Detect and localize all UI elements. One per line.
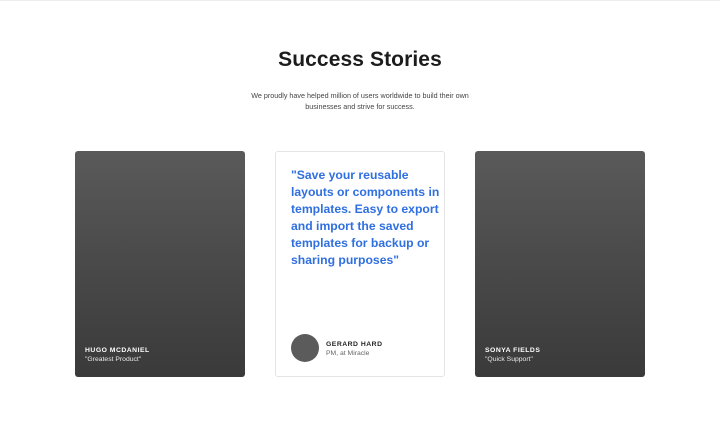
testimonial-name: SONYA FIELDS	[485, 347, 541, 354]
section-subtitle: We proudly have helped million of users …	[251, 91, 469, 111]
testimonial-quote: "Save your reusable layouts or component…	[291, 168, 440, 267]
testimonial-card-sonya-fields[interactable]: SONYA FIELDS "Quick Support"	[475, 151, 645, 377]
section-title: Success Stories	[278, 48, 442, 71]
testimonial-caption: "Quick Support"	[485, 356, 533, 363]
testimonial-card-hugo-mcdaniel[interactable]: HUGO MCDANIEL "Greatest Product"	[75, 151, 245, 377]
testimonial-author-role: PM, at Miracle	[326, 350, 370, 357]
testimonial-caption: "Greatest Product"	[85, 356, 142, 363]
testimonial-author-name: GERARD HARD	[326, 341, 383, 348]
testimonial-card-quote: "Save your reusable layouts or component…	[275, 151, 445, 377]
avatar	[291, 334, 319, 362]
success-stories-section: Success Stories We proudly have helped m…	[0, 0, 720, 431]
testimonial-name: HUGO MCDANIEL	[85, 347, 150, 354]
